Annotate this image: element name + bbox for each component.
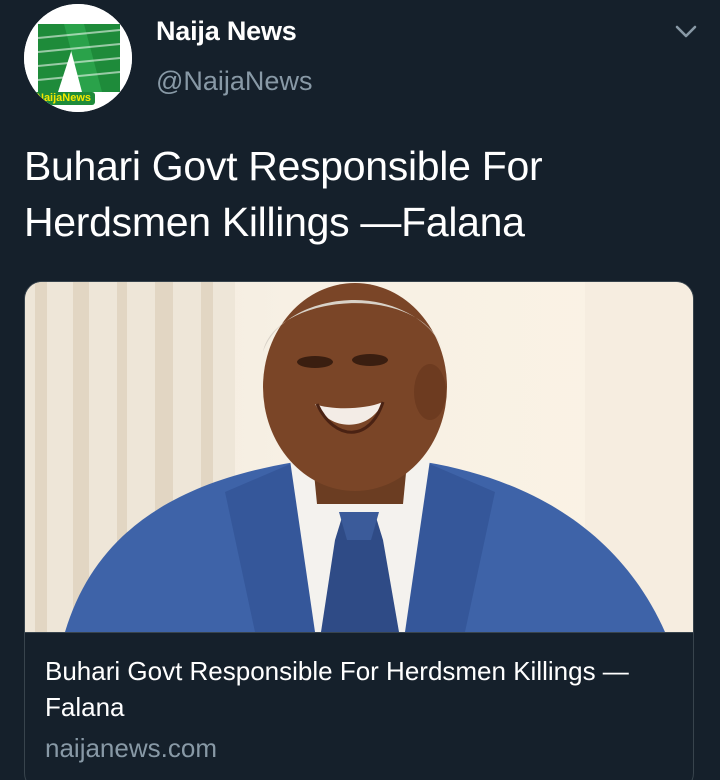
card-title[interactable]: Buhari Govt Responsible For Herdsmen Kil… [45, 653, 685, 725]
author-handle[interactable]: @NaijaNews [156, 66, 312, 97]
card-image[interactable] [25, 282, 693, 632]
avatar[interactable]: NaijaNews [24, 4, 132, 112]
card-body[interactable]: Buhari Govt Responsible For Herdsmen Kil… [25, 632, 693, 765]
chevron-down-icon[interactable] [674, 22, 698, 42]
tweet: NaijaNews Naija News @NaijaNews Buhari G… [0, 0, 720, 780]
avatar-logo-text: NaijaNews [32, 92, 96, 105]
card-photo [25, 282, 693, 632]
link-card[interactable]: Buhari Govt Responsible For Herdsmen Kil… [24, 281, 694, 780]
card-domain[interactable]: naijanews.com [45, 731, 675, 765]
author-display-name[interactable]: Naija News [156, 16, 297, 47]
tweet-text: Buhari Govt Responsible For Herdsmen Kil… [24, 143, 543, 245]
